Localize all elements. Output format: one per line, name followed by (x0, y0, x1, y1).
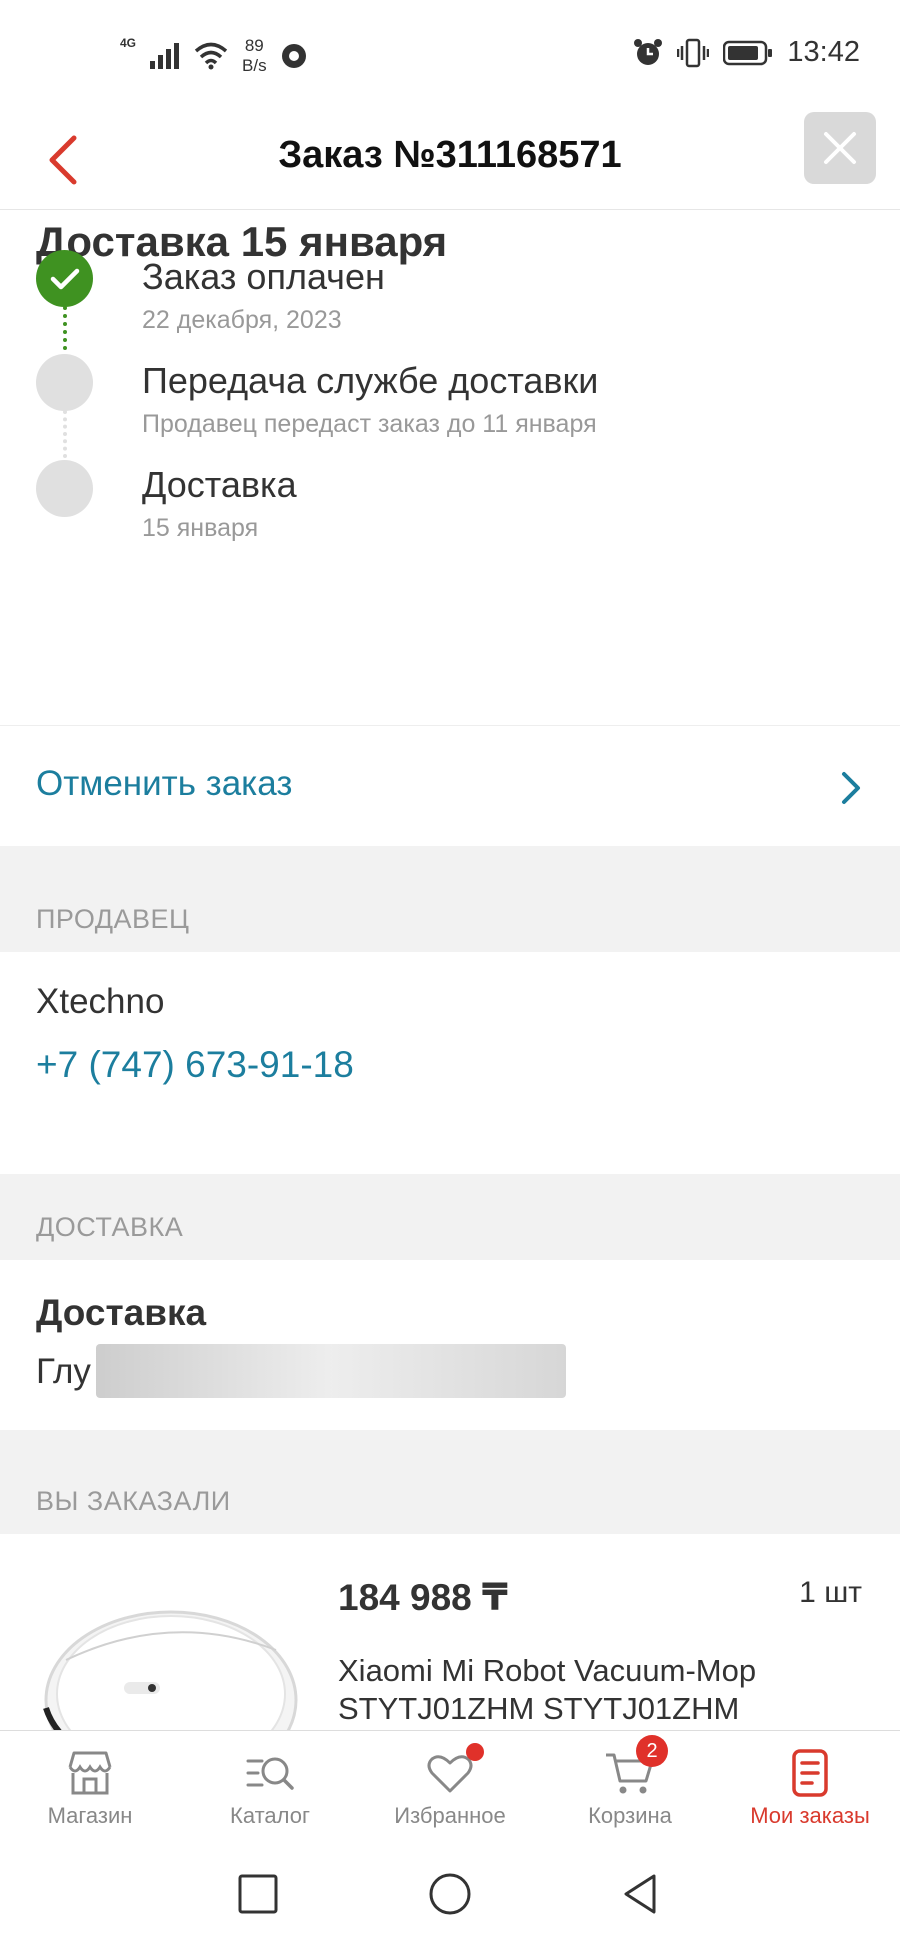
app-header: Заказ №311168571 (0, 112, 900, 210)
alarm-icon (634, 38, 663, 65)
orders-icon (792, 1749, 828, 1797)
cart-count-badge: 2 (636, 1735, 668, 1767)
step-pending-indicator (36, 460, 93, 517)
nav-label: Каталог (230, 1803, 310, 1828)
app-notification-icon (281, 44, 306, 68)
step-subtitle: 22 декабря, 2023 (142, 306, 342, 334)
battery-icon (723, 40, 773, 65)
nav-item-catalog[interactable]: Каталог (180, 1731, 360, 1838)
store-icon (68, 1751, 112, 1795)
chevron-right-icon (842, 772, 860, 804)
vibrate-icon (677, 38, 710, 67)
system-navigation-bar (0, 1838, 900, 1949)
wifi-icon (194, 42, 228, 70)
network-type: 4G (120, 36, 137, 50)
shipping-address: Глу (36, 1352, 91, 1391)
speed-value: 89 (244, 36, 264, 55)
signal-icon (150, 43, 180, 69)
status-bar: 4G 89 B/s 13:42 (0, 0, 900, 112)
close-button[interactable] (804, 112, 876, 184)
nav-item-my-orders[interactable]: Мои заказы (720, 1731, 900, 1838)
shipping-section-header: ДОСТАВКА (0, 1174, 900, 1260)
step-pending-indicator (36, 354, 93, 411)
check-icon (50, 268, 79, 289)
network-speed: 89 B/s (242, 36, 267, 76)
ordered-product[interactable]: 184 988 ₸ 1 шт Xiaomi Mi Robot Vacuum-Mo… (0, 1534, 900, 1730)
timeline-connector (63, 306, 67, 350)
clock: 13:42 (787, 36, 860, 68)
delivery-status-section: Доставка 15 января Заказ оплачен 22 дека… (0, 210, 900, 726)
seller-phone-link[interactable]: +7 (747) 673-91-18 (36, 1044, 354, 1086)
speed-unit: B/s (242, 56, 267, 75)
seller-name: Xtechno (36, 982, 165, 1021)
section-heading: ДОСТАВКА (36, 1212, 184, 1242)
cancel-order-row[interactable]: Отменить заказ (0, 726, 900, 846)
section-heading: ВЫ ЗАКАЗАЛИ (36, 1486, 231, 1516)
nav-item-favorites[interactable]: Избранное (360, 1731, 540, 1838)
status-left: 4G 89 B/s (120, 36, 307, 76)
shipping-title: Доставка (36, 1292, 207, 1333)
product-price: 184 988 ₸ (338, 1577, 508, 1618)
robot-vacuum-image (43, 1610, 298, 1730)
shipping-card: Доставка Глу (0, 1260, 900, 1430)
product-name[interactable]: Xiaomi Mi Robot Vacuum-Mop STYTJ01ZHM ST… (338, 1652, 808, 1728)
back-triangle-icon[interactable] (618, 1870, 666, 1918)
section-heading: ПРОДАВЕЦ (36, 904, 190, 934)
home-circle-icon[interactable] (426, 1870, 474, 1918)
seller-card: Xtechno +7 (747) 673-91-18 (0, 952, 900, 1174)
bottom-navigation: Магазин Каталог Избранное 2 Корзина Мои … (0, 1730, 900, 1838)
product-quantity: 1 шт (799, 1576, 862, 1609)
cancel-order-label: Отменить заказ (36, 764, 293, 803)
ordered-section-header: ВЫ ЗАКАЗАЛИ (0, 1430, 900, 1534)
step-done-indicator (36, 250, 93, 307)
catalog-search-icon (246, 1757, 294, 1790)
step-title: Доставка (142, 464, 297, 505)
seller-section-header: ПРОДАВЕЦ (0, 846, 900, 952)
step-subtitle: 15 января (142, 514, 259, 542)
step-title: Заказ оплачен (142, 256, 385, 297)
nav-label: Корзина (588, 1803, 672, 1828)
nav-label: Избранное (394, 1803, 506, 1828)
nav-label: Мои заказы (750, 1803, 870, 1828)
nav-item-store[interactable]: Магазин (0, 1731, 180, 1838)
step-title: Передача службе доставки (142, 360, 599, 401)
close-icon (824, 132, 856, 164)
page-title: Заказ №311168571 (278, 134, 622, 176)
nav-label: Магазин (47, 1803, 133, 1828)
status-right: 13:42 (633, 36, 860, 69)
recents-square-icon[interactable] (234, 1870, 282, 1918)
address-redaction (96, 1344, 566, 1398)
favorites-notification-dot (466, 1743, 484, 1761)
step-subtitle: Продавец передаст заказ до 11 января (142, 410, 597, 438)
timeline-connector (63, 410, 67, 458)
nav-item-cart[interactable]: 2 Корзина (540, 1731, 720, 1838)
